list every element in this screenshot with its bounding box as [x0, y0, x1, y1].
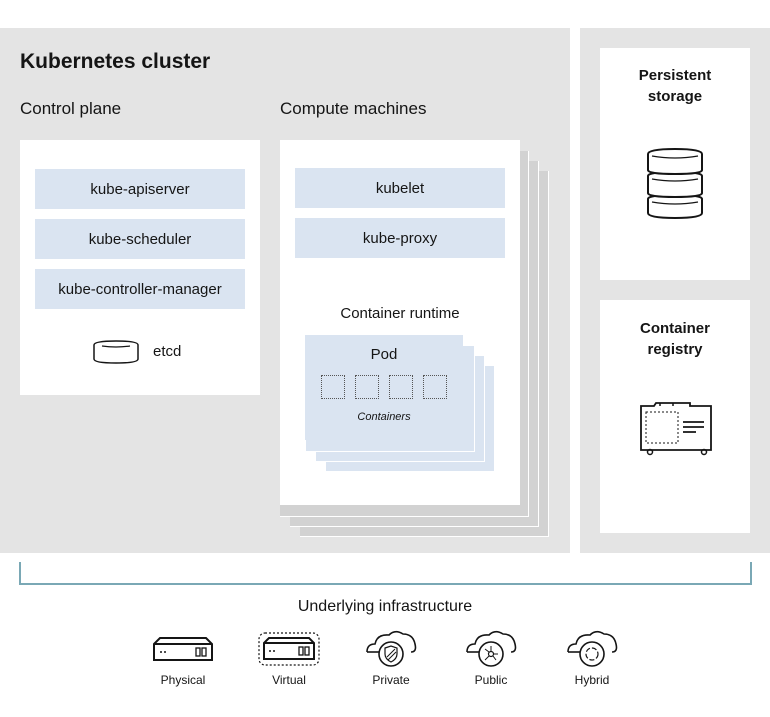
component-kubelet: kubelet — [295, 168, 505, 208]
container-registry-title: Container registry — [600, 318, 750, 360]
cloud-shield-icon — [366, 630, 417, 667]
virtual-server-icon — [258, 632, 320, 666]
infra-label-physical: Physical — [160, 673, 206, 687]
component-kube-scheduler: kube-scheduler — [35, 219, 245, 259]
infrastructure-title: Underlying infrastructure — [297, 598, 473, 615]
containers-label: Containers — [357, 411, 411, 423]
registry-cabinet-icon — [640, 402, 712, 456]
database-stack-icon — [647, 147, 703, 220]
cluster-title: Kubernetes cluster — [20, 50, 211, 73]
infrastructure-bracket — [19, 562, 752, 585]
component-kube-controller-manager: kube-controller-manager — [35, 269, 245, 309]
container-slot — [423, 375, 447, 399]
container-slot — [321, 375, 345, 399]
container-slot — [389, 375, 413, 399]
component-kube-proxy: kube-proxy — [295, 218, 505, 258]
infra-label-virtual: Virtual — [272, 673, 306, 687]
container-runtime-label: Container runtime — [340, 305, 460, 322]
compute-machines-title: Compute machines — [280, 99, 427, 118]
persistent-storage-title: Persistent storage — [600, 65, 750, 107]
etcd-label: etcd — [153, 343, 182, 360]
infra-label-public: Public — [474, 673, 508, 687]
persistent-storage-title-line2: storage — [647, 88, 703, 105]
component-kube-apiserver: kube-apiserver — [35, 169, 245, 209]
etcd-icon — [93, 340, 139, 364]
container-registry-title-line2: registry — [647, 341, 703, 358]
cloud-cycle-icon — [567, 630, 618, 667]
infra-label-private: Private — [372, 673, 410, 687]
container-registry-title-line1: Container — [639, 320, 710, 337]
cloud-network-icon — [466, 630, 517, 667]
container-slot — [355, 375, 379, 399]
control-plane-title: Control plane — [20, 99, 122, 118]
infra-label-hybrid: Hybrid — [574, 673, 610, 687]
persistent-storage-title-line1: Persistent — [638, 67, 712, 84]
pod-label: Pod — [370, 346, 398, 363]
server-icon — [153, 637, 213, 661]
